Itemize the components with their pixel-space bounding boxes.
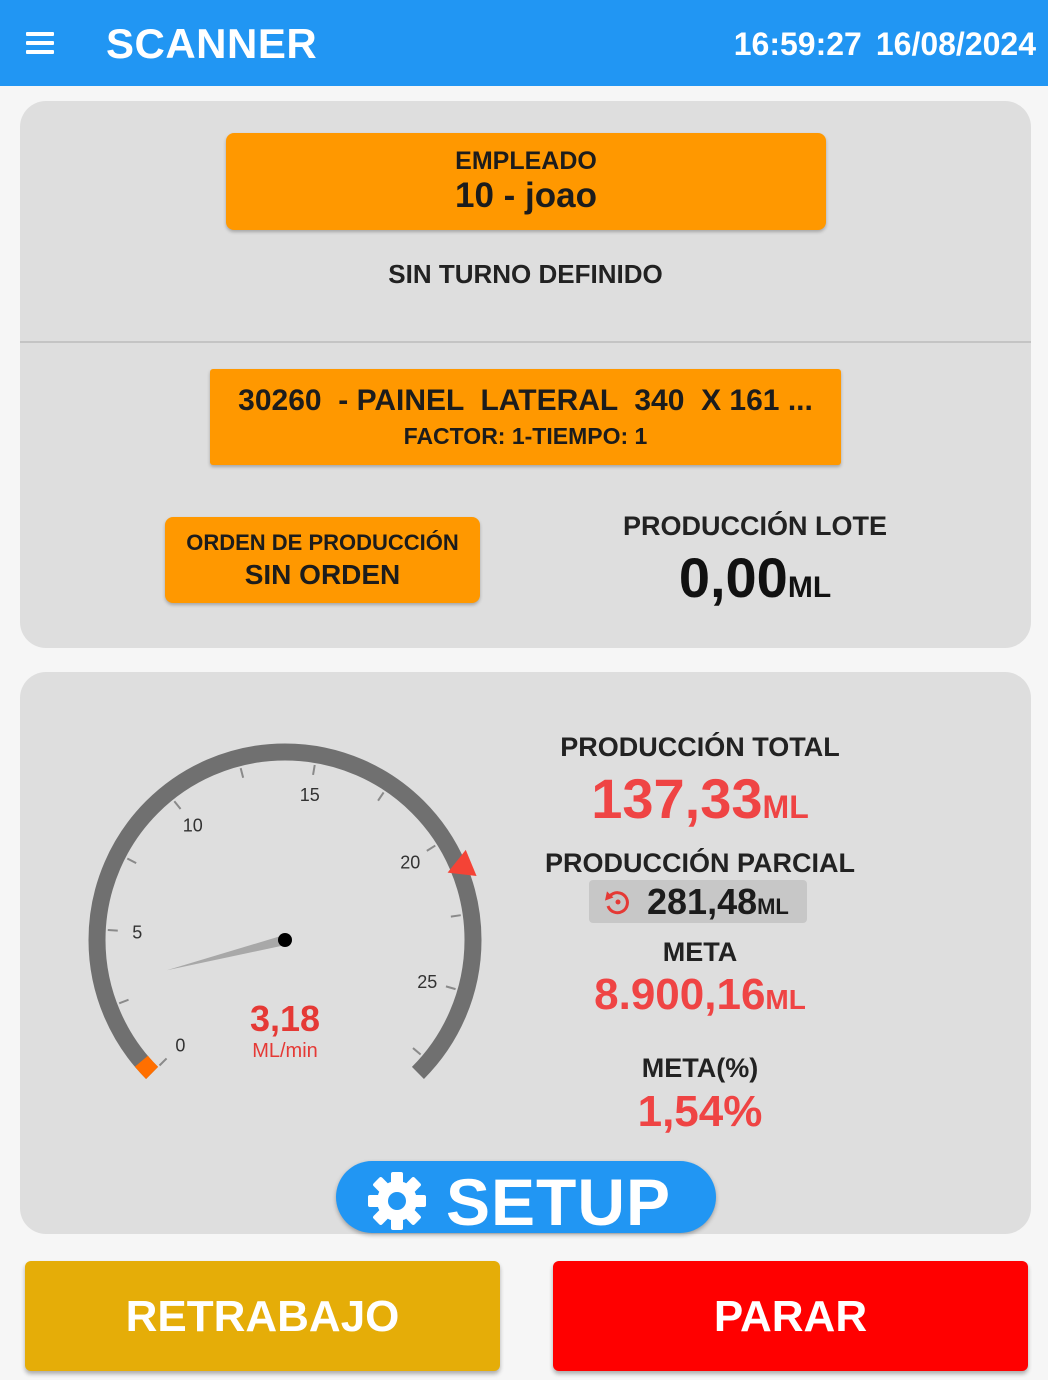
gauge-tick bbox=[173, 800, 182, 810]
gauge-tick bbox=[445, 985, 456, 991]
gauge-tick bbox=[118, 998, 129, 1005]
gauge-start-marker bbox=[134, 1055, 159, 1079]
clock-date: 16/08/2024 bbox=[875, 26, 1036, 62]
total-production-unit: ML bbox=[762, 789, 809, 825]
gauge-tick bbox=[412, 1047, 422, 1056]
gauge-tick bbox=[126, 857, 137, 865]
gauge-tick-label: 0 bbox=[175, 1036, 185, 1056]
gauge-unit: ML/min bbox=[252, 1040, 318, 1062]
product-button[interactable]: 30260 - PAINEL LATERAL 340 X 161 ... FAC… bbox=[210, 369, 841, 465]
partial-production-label: PRODUCCIÓN PARCIAL bbox=[545, 848, 855, 878]
hamburger-menu-icon[interactable] bbox=[26, 32, 56, 54]
total-production-value: 137,33 bbox=[591, 767, 763, 830]
goal-label: META bbox=[662, 937, 738, 967]
goal: 8.900,16ML bbox=[540, 970, 860, 1020]
gauge-tick bbox=[158, 1057, 168, 1067]
lote-production: 0,00ML bbox=[580, 545, 930, 610]
gauge-tick bbox=[377, 791, 385, 802]
clock: 16:59:27 16/08/2024 bbox=[734, 26, 1036, 63]
goal-percent-value: 1,54% bbox=[637, 1087, 763, 1136]
divider bbox=[20, 341, 1031, 343]
lote-label: PRODUCCIÓN LOTE bbox=[622, 511, 887, 541]
order-label: ORDEN DE PRODUCCIÓN bbox=[186, 530, 459, 555]
job-info-card: EMPLEADO 10 - joao SIN TURNO DEFINIDO 30… bbox=[20, 101, 1031, 648]
product-name: 30260 - PAINEL LATERAL 340 X 161 ... bbox=[238, 384, 813, 417]
partial-production-unit: ML bbox=[757, 894, 789, 919]
shift-status: SIN TURNO DEFINIDO bbox=[388, 259, 663, 289]
gauge-tick-label: 10 bbox=[183, 815, 203, 835]
app-title: SCANNER bbox=[106, 20, 318, 67]
rework-button[interactable]: RETRABAJO bbox=[25, 1261, 500, 1371]
clock-time: 16:59:27 bbox=[733, 26, 862, 62]
setup-button[interactable]: SETUP bbox=[336, 1161, 716, 1239]
gauge-tick-label: 25 bbox=[417, 972, 437, 992]
employee-button[interactable]: EMPLEADO 10 - joao bbox=[226, 133, 826, 230]
goal-percent-label: META(%) bbox=[641, 1053, 759, 1083]
lote-value: 0,00 bbox=[678, 546, 788, 609]
gauge-tick bbox=[312, 764, 316, 776]
gauge-tick bbox=[450, 914, 461, 918]
goal-unit: ML bbox=[765, 984, 806, 1015]
employee-label: EMPLEADO bbox=[455, 147, 597, 175]
gauge-tick bbox=[107, 929, 118, 932]
gauge-needle bbox=[166, 935, 287, 971]
order-value: SIN ORDEN bbox=[244, 559, 401, 590]
gear-icon bbox=[368, 1172, 426, 1230]
partial-production: 281,48ML bbox=[647, 881, 789, 923]
total-production: 137,33ML bbox=[540, 766, 860, 831]
speed-gauge: 0 5 10 15 20 25 bbox=[88, 743, 482, 1079]
gauge-tick-label: 15 bbox=[300, 785, 320, 805]
product-factor: FACTOR: 1-TIEMPO: 1 bbox=[403, 423, 648, 449]
partial-production-reset[interactable]: 281,48ML bbox=[589, 880, 807, 923]
setup-label: SETUP bbox=[446, 1165, 672, 1239]
production-card: 0 5 10 15 20 25 3,18 ML/min PRODUCCIÓN TOTAL … bbox=[20, 672, 1031, 1234]
partial-production-value: 281,48 bbox=[647, 881, 758, 922]
gauge-tick bbox=[426, 844, 436, 852]
goal-value: 8.900,16 bbox=[594, 970, 766, 1019]
gauge-tick-label: 20 bbox=[400, 852, 420, 872]
gauge-tick bbox=[239, 767, 245, 779]
history-reset-icon bbox=[604, 891, 629, 915]
production-order-button[interactable]: ORDEN DE PRODUCCIÓN SIN ORDEN bbox=[165, 517, 480, 603]
total-production-label: PRODUCCIÓN TOTAL bbox=[560, 732, 840, 762]
stop-button[interactable]: PARAR bbox=[553, 1261, 1028, 1371]
gauge-needle-hub bbox=[278, 933, 292, 947]
app-header: SCANNER 16:59:27 16/08/2024 bbox=[0, 0, 1048, 86]
employee-value: 10 - joao bbox=[455, 176, 597, 215]
lote-unit: ML bbox=[787, 571, 832, 604]
gauge-tick-label: 5 bbox=[132, 923, 142, 943]
gauge-value: 3,18 bbox=[249, 998, 321, 1039]
